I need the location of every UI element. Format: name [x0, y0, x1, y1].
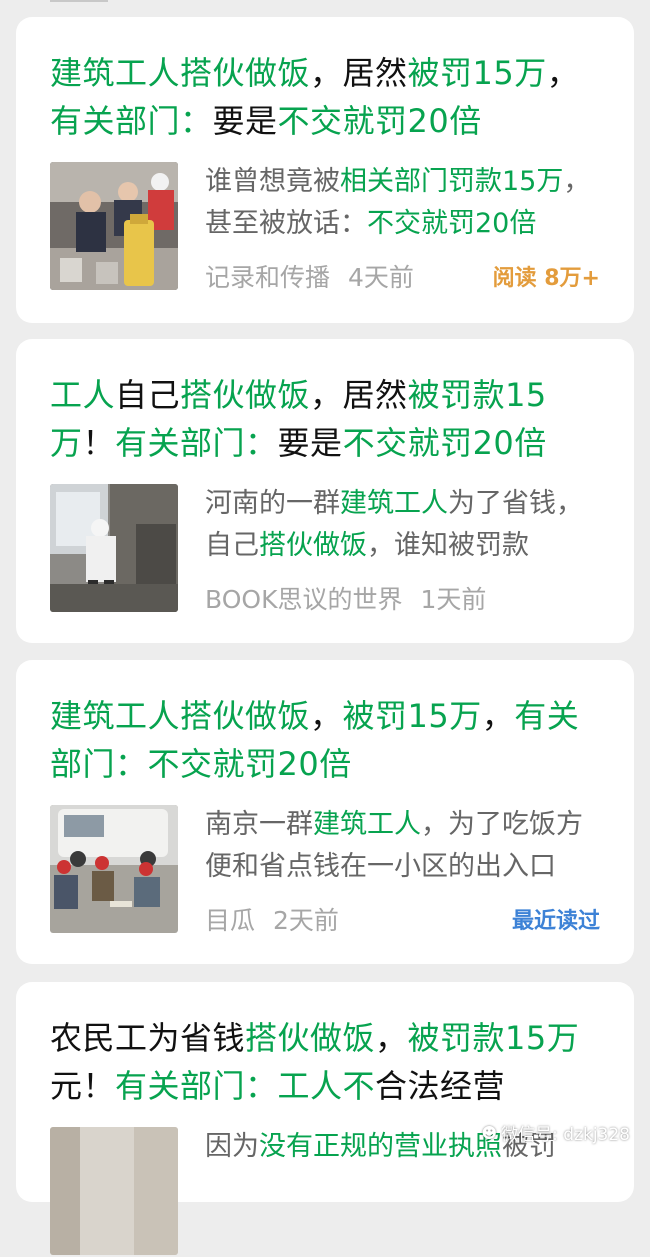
article-title: 建筑工人搭伙做饭，居然被罚15万， 有关部门：要是不交就罚20倍: [50, 49, 600, 145]
highlighted-keyword: 有关部门：工人不: [115, 1067, 376, 1105]
highlighted-keyword: 相关部门罚款15万: [340, 166, 564, 197]
text-segment: 要是: [277, 424, 343, 462]
highlighted-keyword: 被罚15万: [342, 697, 482, 735]
highlighted-keyword: 不交就罚20倍: [367, 208, 537, 239]
article-thumbnail: [50, 162, 178, 290]
top-tab-indicator: [50, 0, 108, 2]
highlighted-keyword: 建筑工人: [340, 488, 448, 519]
article-source[interactable]: BOOK思议的世界: [205, 580, 402, 616]
article-summary: 南京一群建筑工人，为了吃饭方便和省点钱在一小区的出入口: [205, 804, 600, 888]
highlighted-keyword: 被罚15万: [407, 54, 547, 92]
article-time: 4天前: [348, 263, 414, 292]
highlighted-keyword: 工人: [50, 376, 116, 414]
text-segment: 谁曾想竟被: [205, 166, 340, 197]
highlighted-keyword: 搭伙做饭: [245, 1019, 376, 1057]
article-card-3[interactable]: 建筑工人搭伙做饭，被罚15万，有关部门：不交就罚20倍 南京一群建筑工人，为了吃…: [16, 660, 634, 964]
highlighted-keyword: 不交就罚20倍: [277, 102, 482, 140]
article-time: 2天前: [273, 906, 339, 935]
text-segment: ，居然: [310, 54, 408, 92]
text-segment: 要是: [212, 102, 278, 140]
article-card-4[interactable]: 农民工为省钱搭伙做饭，被罚款15万元！有关部门：工人不合法经营 因为没有正规的营…: [16, 982, 634, 1255]
article-thumbnail: [50, 1127, 178, 1255]
text-segment: 元！: [50, 1067, 116, 1105]
article-time: 1天前: [420, 585, 487, 614]
recent-read-badge: 最近读过: [511, 909, 600, 934]
article-summary: 河南的一群建筑工人为了省钱，自己搭伙做饭，谁知被罚款: [205, 483, 600, 567]
read-count-badge: 阅读 8万+: [492, 266, 600, 291]
highlighted-keyword: 建筑工人搭伙做饭: [50, 697, 311, 735]
text-segment: 合法经营: [375, 1067, 506, 1105]
article-title: 农民工为省钱搭伙做饭，被罚款15万元！有关部门：工人不合法经营: [50, 1014, 600, 1110]
highlighted-keyword: 有关部门：: [115, 424, 278, 462]
article-source[interactable]: 目瓜: [205, 901, 255, 937]
text-segment: ，: [375, 1019, 408, 1057]
wechat-icon: ☻: [481, 1123, 498, 1142]
text-segment: ，: [481, 697, 515, 735]
text-segment: 因为: [205, 1131, 259, 1162]
article-source[interactable]: 记录和传播: [205, 258, 330, 294]
highlighted-keyword: 搭伙做饭: [180, 376, 311, 414]
text-segment: 农民工为省钱: [50, 1019, 246, 1057]
article-thumbnail: [50, 805, 178, 933]
text-segment: 自己: [115, 376, 181, 414]
highlighted-keyword: 建筑工人: [313, 809, 421, 840]
highlighted-keyword: 被罚款15万: [407, 1019, 580, 1057]
article-summary: 谁曾想竟被相关部门罚款15万，甚至被放话：不交就罚20倍: [205, 161, 600, 245]
highlighted-keyword: 搭伙做饭: [259, 530, 367, 561]
text-segment: 河南的一群: [205, 488, 340, 519]
text-segment: ，谁知被罚款: [367, 530, 529, 561]
article-card-1[interactable]: 建筑工人搭伙做饭，居然被罚15万，有关部门：要是不交就罚20倍 谁曾想竟被相关部…: [16, 17, 634, 323]
highlighted-keyword: 没有正规的营业执照: [259, 1131, 502, 1162]
text-segment: ！: [82, 424, 116, 462]
highlighted-keyword: 不交就罚20倍: [342, 424, 547, 462]
article-title: 建筑工人搭伙做饭，被罚15万，有关部门：不交就罚20倍: [50, 692, 600, 788]
article-title: 工人自己搭伙做饭，居然被罚款15万！有关部门：要是不交就罚20倍: [50, 371, 600, 467]
highlighted-keyword: 建筑工人搭伙做饭: [50, 54, 311, 92]
text-segment: ，居然: [310, 376, 408, 414]
article-card-2[interactable]: 工人自己搭伙做饭，居然被罚款15万！有关部门：要是不交就罚20倍 河南的一群建筑…: [16, 339, 634, 643]
text-segment: ，: [310, 697, 343, 735]
highlighted-keyword: 有关部门：: [50, 102, 213, 140]
text-segment: 南京一群: [205, 809, 313, 840]
watermark: ☻ 微信号: dzkj328: [481, 1120, 630, 1146]
text-segment: ，: [546, 54, 580, 92]
article-thumbnail: [50, 484, 178, 612]
watermark-text: 微信号: dzkj328: [501, 1125, 630, 1145]
